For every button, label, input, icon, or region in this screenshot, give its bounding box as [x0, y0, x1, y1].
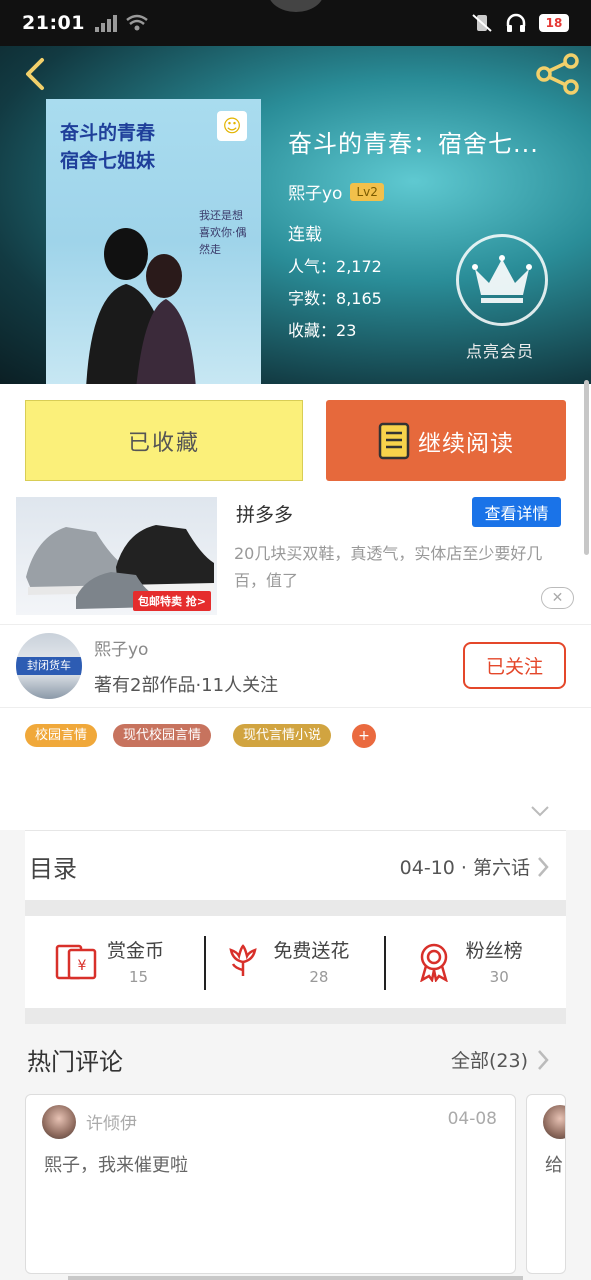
camera-notch: [268, 0, 324, 12]
tag-list: 校园言情 现代校园言情 现代言情小说 +: [0, 708, 591, 830]
reward-count: 28: [309, 968, 329, 986]
commenter-avatar[interactable]: [543, 1105, 565, 1139]
hot-comments-header[interactable]: 热门评论 全部(23): [25, 1024, 566, 1094]
scrollbar[interactable]: [584, 380, 589, 555]
comment-date: 04-08: [447, 1109, 497, 1129]
cover-verse: 我还是想喜欢你·偶然走: [199, 209, 247, 256]
battery-indicator: 18: [539, 14, 569, 32]
medal-icon: [419, 943, 448, 982]
ad-banner[interactable]: 包邮特卖 抢> 拼多多 查看详情 20几块买双鞋，真透气，实体店至少要好几百，值…: [0, 492, 591, 624]
action-bar: 已收藏 继续阅读: [0, 384, 591, 492]
ad-image-tag: 包邮特卖 抢>: [132, 591, 211, 611]
followed-button[interactable]: 已关注: [463, 642, 566, 689]
headphones-icon: [506, 13, 526, 32]
book-status: 连载: [288, 225, 322, 245]
author-card[interactable]: 封闭货车 熙子yo 著有2部作品·11人关注 已关注: [0, 624, 591, 708]
vip-label[interactable]: 点亮会员: [466, 338, 534, 362]
vibrate-icon: [472, 14, 492, 32]
author-name: 熙子yo: [94, 640, 149, 660]
author-avatar[interactable]: 封闭货车: [16, 633, 82, 699]
status-bar: 21:01 18: [0, 0, 591, 46]
ad-details-button[interactable]: 查看详情: [472, 497, 561, 527]
rewards-bar: ¥ 赏金币 15 免费送花 28 粉丝榜 30: [25, 916, 566, 1008]
reward-coins-button[interactable]: ¥ 赏金币 15: [25, 916, 205, 1008]
carousel-indicator: [68, 1276, 523, 1280]
publisher-logo-icon: ☺: [217, 111, 247, 141]
tag-item[interactable]: 校园言情: [25, 724, 98, 747]
tag-item[interactable]: 现代校园言情: [113, 724, 212, 747]
ad-close-icon[interactable]: ✕: [541, 587, 574, 609]
book-collections: 收藏：23: [288, 321, 357, 340]
ad-image[interactable]: 包邮特卖 抢>: [16, 497, 217, 615]
book-title: 奋斗的青春：宿舍七...: [288, 130, 539, 158]
toc-label: 目录: [29, 855, 77, 883]
commenter-name: 许倾伊: [86, 1114, 137, 1134]
divider: [384, 936, 386, 990]
favorited-button[interactable]: 已收藏: [25, 400, 303, 481]
commenter-avatar[interactable]: [42, 1105, 76, 1139]
author-meta: 著有2部作品·11人关注: [94, 675, 279, 696]
add-tag-button[interactable]: +: [352, 724, 376, 748]
author-level-badge: Lv2: [350, 182, 384, 201]
cover-title: 奋斗的青春 宿舍七姐妹: [60, 122, 156, 172]
ad-brand: 拼多多: [236, 504, 294, 526]
cover-couple-illustration: [86, 228, 196, 384]
back-arrow-icon[interactable]: [16, 54, 56, 94]
comment-text: 熙子，我来催更啦: [44, 1155, 188, 1176]
comment-text: 给: [545, 1155, 563, 1176]
chevron-right-icon: [538, 1050, 549, 1070]
flower-icon: [229, 944, 257, 976]
book-header: 奋斗的青春 宿舍七姐妹 ☺ 我还是想喜欢你·偶然走 奋斗的青春：宿舍七... 熙…: [0, 46, 591, 384]
table-of-contents-row[interactable]: 目录 04-10 · 第六话: [25, 830, 566, 900]
chevron-down-icon[interactable]: [530, 804, 550, 818]
reward-flower-button[interactable]: 免费送花 28: [205, 916, 385, 1008]
section-divider: [25, 900, 566, 916]
red-envelope-icon: ¥: [55, 944, 97, 980]
book-icon: [378, 422, 410, 459]
comment-card[interactable]: 给: [526, 1094, 566, 1274]
chevron-right-icon: [538, 857, 549, 877]
all-comments-link[interactable]: 全部(23): [451, 1046, 528, 1073]
status-time: 21:01: [22, 12, 85, 34]
svg-text:¥: ¥: [78, 958, 87, 974]
ad-description: 20几块买双鞋，真透气，实体店至少要好几百，值了: [234, 544, 543, 590]
tag-item[interactable]: 现代言情小说: [233, 724, 332, 747]
signal-icon: [94, 14, 117, 32]
crown-icon: [472, 255, 532, 303]
divider: [204, 936, 206, 990]
book-cover[interactable]: 奋斗的青春 宿舍七姐妹 ☺ 我还是想喜欢你·偶然走: [46, 99, 261, 384]
reward-count: 15: [129, 968, 149, 986]
share-icon[interactable]: [535, 52, 581, 96]
continue-reading-button[interactable]: 继续阅读: [326, 400, 566, 481]
reward-count: 30: [489, 968, 509, 986]
latest-chapter: 04-10 · 第六话: [399, 857, 530, 879]
reward-title: 免费送花: [273, 940, 350, 962]
section-divider: [25, 1008, 566, 1024]
wifi-icon: [126, 14, 148, 31]
hot-comments-label: 热门评论: [27, 1048, 123, 1076]
fan-ranking-button[interactable]: 粉丝榜 30: [386, 916, 566, 1008]
reward-title: 粉丝榜: [465, 940, 523, 962]
book-author[interactable]: 熙子yo Lv2: [288, 179, 578, 204]
reward-title: 赏金币: [107, 940, 165, 962]
vip-crown-button[interactable]: [456, 234, 548, 326]
comment-card[interactable]: 许倾伊 04-08 熙子，我来催更啦: [25, 1094, 516, 1274]
